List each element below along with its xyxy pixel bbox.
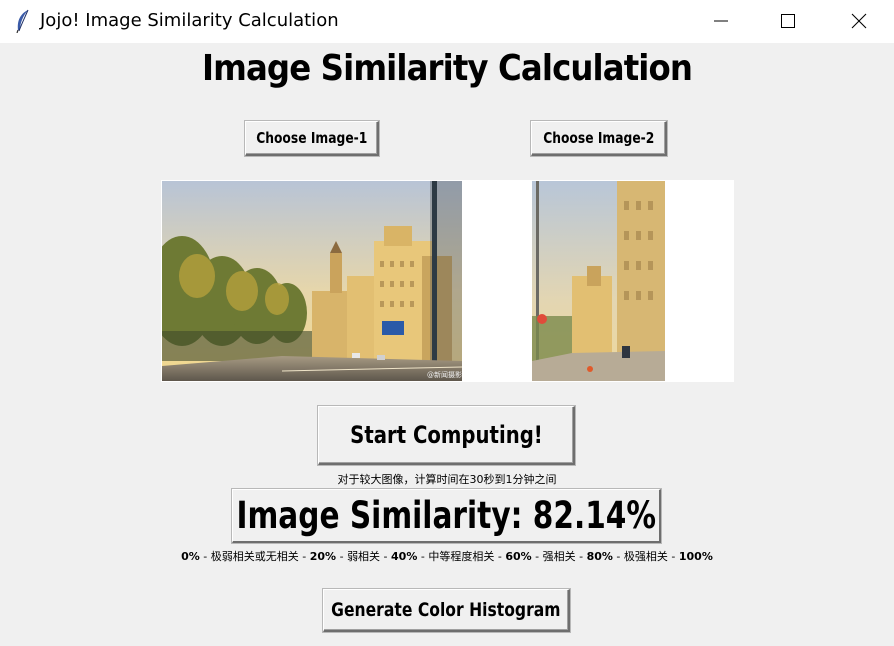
scale-label-0: 极弱相关或无相关	[210, 550, 299, 563]
computation-time-note: 对于较大图像，计算时间在30秒到1分钟之间	[337, 473, 557, 486]
title-bar: Jojo! Image Similarity Calculation	[0, 0, 894, 43]
similarity-scale-legend: 0% - 极弱相关或无相关 - 20% - 弱相关 - 40% - 中等程度相关…	[181, 550, 713, 563]
minimize-icon	[714, 20, 728, 22]
page-title: Image Similarity Calculation	[201, 48, 693, 89]
maximize-icon	[781, 14, 795, 28]
image-1-preview: @新闻摄影	[162, 181, 462, 381]
maximize-button[interactable]	[765, 0, 811, 43]
choose-image-1-button[interactable]: Choose Image-1	[245, 121, 379, 156]
scale-80: 80%	[586, 550, 613, 563]
scale-60: 60%	[505, 550, 532, 563]
image-preview-area: @新闻摄影	[161, 180, 734, 382]
image-2-preview	[532, 181, 665, 381]
image-1-watermark: @新闻摄影	[427, 370, 462, 379]
close-button[interactable]	[836, 0, 882, 43]
scale-label-60: 强相关	[542, 550, 576, 563]
scale-20: 20%	[309, 550, 337, 563]
scale-100: 100%	[678, 550, 713, 563]
generate-histogram-label: Generate Color Histogram	[331, 599, 561, 621]
scale-40: 40%	[391, 550, 418, 563]
choose-image-1-label: Choose Image-1	[255, 129, 368, 147]
similarity-result: Image Similarity: 82.14%	[232, 489, 661, 543]
similarity-result-text: Image Similarity: 82.14%	[236, 494, 656, 537]
scale-label-40: 中等程度相关	[428, 550, 495, 563]
choose-image-2-label: Choose Image-2	[542, 129, 655, 147]
scale-label-20: 弱相关	[347, 550, 381, 563]
start-computing-button[interactable]: Start Computing!	[318, 406, 575, 465]
window-title: Jojo! Image Similarity Calculation	[40, 10, 339, 31]
choose-image-2-button[interactable]: Choose Image-2	[531, 121, 667, 156]
scale-label-80: 极强相关	[623, 550, 668, 563]
minimize-button[interactable]	[698, 0, 744, 43]
generate-histogram-button[interactable]: Generate Color Histogram	[323, 589, 570, 632]
feather-icon	[16, 9, 29, 33]
start-computing-label: Start Computing!	[349, 421, 543, 449]
scale-0: 0%	[181, 550, 200, 563]
close-icon	[851, 13, 867, 29]
